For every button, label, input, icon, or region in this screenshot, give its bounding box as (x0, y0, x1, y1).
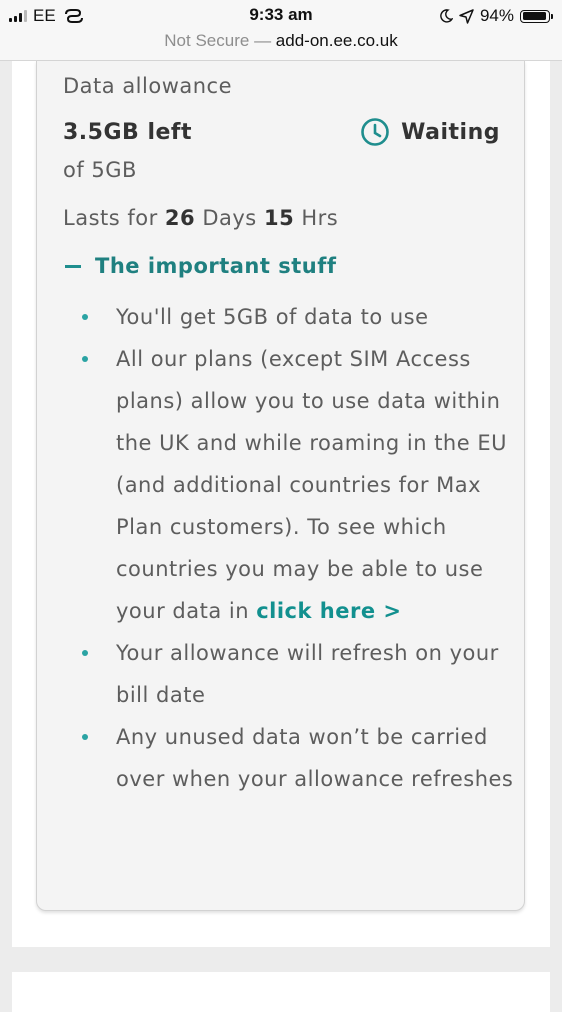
list-item-text: Any unused data won’t be carried over wh… (116, 725, 514, 791)
list-item: Any unused data won’t be carried over wh… (37, 716, 526, 800)
data-total: of 5GB (63, 158, 137, 182)
clock-icon (361, 118, 389, 146)
list-item-text: You'll get 5GB of data to use (116, 305, 429, 329)
address-bar[interactable]: Not Secure — add-on.ee.co.uk (0, 30, 562, 61)
click-here-link[interactable]: click here > (256, 599, 401, 623)
important-stuff-toggle[interactable]: The important stuff (65, 254, 337, 278)
hours-label: Hrs (301, 206, 339, 230)
list-item: Your allowance will refresh on your bill… (37, 632, 526, 716)
important-list: You'll get 5GB of data to use All our pl… (37, 296, 526, 800)
list-item: You'll get 5GB of data to use (37, 296, 526, 338)
battery-icon (520, 9, 553, 23)
bullet-icon (82, 356, 88, 362)
days-label: Days (202, 206, 257, 230)
status-text: Waiting (401, 119, 500, 145)
url-domain: add-on.ee.co.uk (275, 31, 398, 50)
lasts-prefix: Lasts for (63, 206, 158, 230)
data-allowance-card: Data allowance 3.5GB left of 5GB Waiting… (36, 61, 525, 911)
days-value: 26 (164, 206, 196, 230)
status-bar-right: 94% (439, 6, 553, 26)
list-item-text: Your allowance will refresh on your bill… (116, 641, 499, 707)
hours-value: 15 (263, 206, 295, 230)
battery-fill (522, 12, 546, 20)
minus-icon (65, 264, 81, 268)
list-item: All our plans (except SIM Access plans) … (37, 338, 526, 632)
security-indicator: Not Secure (164, 31, 250, 50)
bullet-icon (82, 734, 88, 740)
data-remaining: 3.5GB left (63, 120, 193, 145)
status-indicator: Waiting (360, 117, 500, 147)
important-stuff-title: The important stuff (95, 254, 337, 278)
list-item-text: All our plans (except SIM Access plans) … (116, 347, 507, 623)
location-arrow-icon (459, 8, 474, 24)
moon-icon (440, 9, 453, 23)
next-card (12, 972, 550, 1012)
bullet-icon (82, 314, 88, 320)
bullet-icon (82, 650, 88, 656)
battery-percent: 94% (479, 6, 514, 25)
status-bar: EE 9:33 am 94% (0, 0, 562, 30)
allowance-label: Data allowance (63, 74, 233, 98)
url-separator: — (254, 31, 272, 50)
lasts-for: Lasts for 26 Days 15 Hrs (63, 206, 338, 230)
